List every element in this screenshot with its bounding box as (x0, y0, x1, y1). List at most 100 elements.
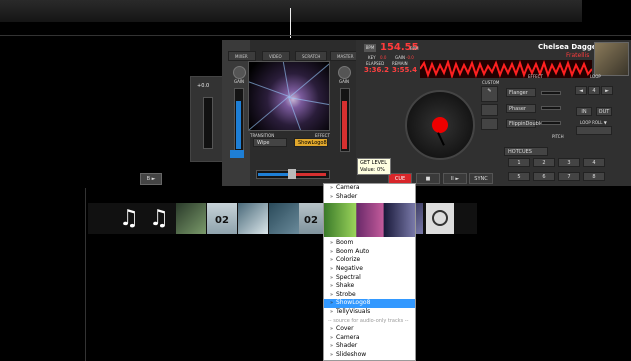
cover-item-11[interactable] (426, 203, 454, 234)
key-label: KEY (368, 55, 376, 60)
stop-button[interactable]: ■ (416, 173, 440, 184)
loop-half-button[interactable]: ◄ (575, 86, 587, 95)
menu-item[interactable]: » Camera (324, 184, 415, 193)
hotcue-8[interactable]: 8 (583, 172, 605, 181)
effect-slot-1[interactable]: Flanger (506, 88, 536, 97)
menu-item[interactable]: » Boom (324, 239, 415, 248)
bpm-unit: BPM (410, 46, 419, 51)
effect-slot-2[interactable]: Phaser (506, 104, 536, 113)
sync-button[interactable]: SYNC (469, 173, 493, 184)
browser-toggle-button[interactable]: B ► (140, 173, 162, 185)
menu-item[interactable]: » Camera (324, 334, 415, 343)
cover-item-6[interactable] (269, 203, 299, 234)
video-preview (248, 61, 330, 131)
menu-item[interactable]: » Colorize (324, 256, 415, 265)
hotcue-5[interactable]: 5 (508, 172, 530, 181)
menu-item[interactable]: » Boom Auto (324, 248, 415, 257)
custom-label: CUSTOM (482, 80, 500, 85)
level-tooltip: GET LEVEL Value: 0% (357, 158, 391, 175)
key-value: 0.0 (380, 55, 387, 60)
menu-item-label: Colorize (336, 256, 361, 264)
menu-preview-image (324, 203, 415, 238)
cover-item-2[interactable]: ♫ (146, 203, 172, 234)
menu-item[interactable]: » Slideshow (324, 351, 415, 360)
crossfader[interactable] (256, 169, 330, 179)
play-pause-button[interactable]: II ► (443, 173, 467, 184)
menu-item[interactable]: » Shake (324, 282, 415, 291)
divider (0, 35, 631, 36)
custom-button-pencil[interactable]: ✎ (481, 86, 498, 102)
menu-item-label: Shake (336, 282, 355, 290)
cover-item-5[interactable] (238, 203, 268, 234)
browser-divider-left (85, 188, 86, 361)
gain-knob-right[interactable] (338, 66, 351, 79)
track-cover-art (594, 42, 629, 76)
headphone-button-left[interactable] (230, 150, 244, 158)
menu-item[interactable]: » TellyVisuals (324, 308, 415, 317)
effect-header: EFFECT (528, 74, 543, 79)
volume-fader-right[interactable] (340, 88, 350, 152)
tab-mixer[interactable]: MIXER (228, 51, 256, 61)
hotcue-4[interactable]: 4 (583, 158, 605, 167)
tab-scratch[interactable]: SCRATCH (295, 51, 327, 61)
menu-item-label: Camera (336, 333, 360, 341)
loop-in-button[interactable]: IN (576, 107, 592, 116)
effect-select[interactable]: ShowLogo8 (294, 138, 328, 147)
hotcues-select[interactable]: HOTCUES (504, 147, 548, 156)
menu-item[interactable]: » ShowLogo8 (324, 299, 415, 308)
effect-1-slider[interactable] (541, 91, 561, 95)
bpm-tap-button[interactable]: BPM (364, 44, 376, 52)
hotcue-3[interactable]: 3 (558, 158, 580, 167)
menu-item-label: Slideshow (336, 350, 367, 358)
loop-double-button[interactable]: ► (601, 86, 613, 95)
speaker-icon (432, 210, 448, 226)
menu-item[interactable]: » Negative (324, 265, 415, 274)
deck-gain-label: GAIN (395, 55, 406, 60)
menu-item[interactable]: » Shader (324, 193, 415, 202)
custom-button-1[interactable] (481, 104, 498, 116)
video-source-menu[interactable]: » Camera» Shader» Boom» Boom Auto» Colorize» N… (323, 183, 416, 361)
deck-gain-value: -0.0 (406, 55, 414, 60)
menu-item-label: Camera (336, 184, 360, 191)
loop-header: LOOP (590, 74, 601, 79)
hotcue-7[interactable]: 7 (558, 172, 580, 181)
menu-item-label: TellyVisuals (336, 307, 371, 315)
effect-slot-3[interactable]: FlippinDouble (506, 119, 543, 128)
gain-knob-left[interactable] (233, 66, 246, 79)
cover-flow-strip[interactable]: ♫ ♫ 02 02 (88, 203, 477, 234)
jog-marker (437, 132, 445, 146)
gain-label-left: GAIN (234, 79, 245, 84)
custom-button-2[interactable] (481, 118, 498, 130)
menu-item[interactable]: » Shader (324, 342, 415, 351)
hotcue-6[interactable]: 6 (533, 172, 555, 181)
cover-item-4[interactable]: 02 (207, 203, 237, 234)
loop-out-button[interactable]: OUT (596, 107, 612, 116)
tab-master[interactable]: MASTER (330, 51, 358, 61)
effect-3-slider[interactable] (541, 121, 561, 125)
top-waveform-strip[interactable] (0, 0, 582, 38)
menu-item-label: Shader (336, 342, 358, 350)
cover-item-3[interactable] (176, 203, 206, 234)
level-label: +0.0 (197, 83, 210, 89)
menu-item-label: Strobe (336, 290, 356, 298)
remain-time: 3:55.4 (392, 66, 417, 74)
menu-item[interactable]: » Cover (324, 325, 415, 334)
menu-item-label: Negative (336, 264, 363, 272)
side-level-panel: +0.0 (190, 76, 224, 162)
loop-roll-buttons[interactable] (576, 126, 612, 135)
effect-2-slider[interactable] (541, 106, 561, 110)
track-waveform[interactable] (420, 60, 592, 78)
menu-item[interactable]: » Strobe (324, 291, 415, 300)
menu-item-label: Spectral (336, 273, 361, 281)
hotcue-1[interactable]: 1 (508, 158, 530, 167)
hotcue-2[interactable]: 2 (533, 158, 555, 167)
transition-select[interactable]: Wipe (253, 138, 287, 147)
menu-item[interactable]: » Spectral (324, 274, 415, 283)
tab-video[interactable]: VIDEO (262, 51, 290, 61)
cover-item-1[interactable]: ♫ (116, 203, 142, 234)
side-fader[interactable] (203, 97, 213, 149)
track-artist: Chelsea Dagger (538, 43, 601, 51)
jog-wheel[interactable] (405, 90, 475, 160)
volume-fader-left[interactable] (234, 88, 244, 152)
cover-item-7[interactable]: 02 (299, 203, 323, 234)
